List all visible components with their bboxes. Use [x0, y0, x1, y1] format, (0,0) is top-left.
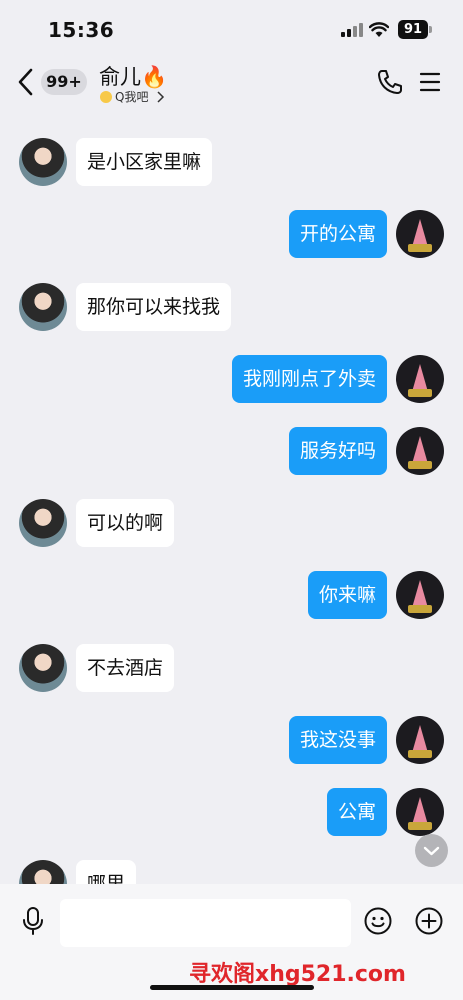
message-row: 我刚刚点了外卖	[0, 355, 463, 403]
chevron-right-icon	[157, 90, 165, 103]
plus-icon[interactable]	[414, 906, 444, 936]
contact-name[interactable]: 俞儿🔥	[99, 61, 167, 91]
chat-header: 99+ 俞儿🔥 Q我吧	[0, 58, 463, 108]
message-row: 开的公寓	[0, 210, 463, 258]
battery-level: 91	[398, 20, 428, 39]
status-bar: 15:36 91	[0, 0, 463, 58]
contact-avatar[interactable]	[19, 138, 67, 186]
message-row: 服务好吗	[0, 427, 463, 475]
user-avatar[interactable]	[396, 571, 444, 619]
scroll-to-bottom-button[interactable]	[415, 834, 448, 867]
user-avatar[interactable]	[396, 788, 444, 836]
emoji-icon[interactable]	[363, 906, 393, 936]
message-row: 哪里	[0, 860, 463, 884]
message-list[interactable]: 是小区家里嘛 开的公寓 那你可以来找我 我刚刚点了外卖 服务好吗 可以的啊 你来…	[0, 112, 463, 884]
cellular-signal-icon	[341, 23, 363, 37]
contact-avatar[interactable]	[19, 644, 67, 692]
message-input[interactable]	[60, 899, 351, 947]
message-row: 可以的啊	[0, 499, 463, 547]
hamburger-menu-icon[interactable]	[418, 70, 442, 94]
contact-avatar[interactable]	[19, 860, 67, 884]
contact-status-text: Q我吧	[115, 90, 149, 104]
message-row: 那你可以来找我	[0, 283, 463, 331]
chevron-down-icon	[423, 846, 440, 856]
watermark-text: 寻欢阁xhg521.com	[189, 962, 406, 987]
phone-icon[interactable]	[376, 68, 404, 96]
battery-icon: 91	[398, 20, 432, 39]
wifi-icon	[369, 22, 389, 37]
user-avatar[interactable]	[396, 716, 444, 764]
message-row: 是小区家里嘛	[0, 138, 463, 186]
smiley-icon	[100, 90, 112, 103]
contact-avatar[interactable]	[19, 283, 67, 331]
outgoing-message-bubble[interactable]: 我刚刚点了外卖	[231, 355, 387, 403]
message-row: 公寓	[0, 788, 463, 836]
user-avatar[interactable]	[396, 427, 444, 475]
incoming-message-bubble[interactable]: 不去酒店	[76, 644, 175, 692]
input-bar: 寻欢阁xhg521.com	[0, 884, 463, 1000]
incoming-message-bubble[interactable]: 哪里	[76, 860, 137, 884]
chevron-left-icon[interactable]	[14, 66, 38, 98]
contact-avatar[interactable]	[19, 499, 67, 547]
microphone-icon[interactable]	[21, 906, 45, 936]
contact-status[interactable]: Q我吧	[100, 88, 165, 105]
home-indicator[interactable]	[150, 985, 314, 990]
user-avatar[interactable]	[396, 210, 444, 258]
unread-count-badge[interactable]: 99+	[41, 69, 87, 95]
outgoing-message-bubble[interactable]: 你来嘛	[307, 571, 387, 619]
message-row: 不去酒店	[0, 644, 463, 692]
message-row: 我这没事	[0, 716, 463, 764]
user-avatar[interactable]	[396, 355, 444, 403]
incoming-message-bubble[interactable]: 那你可以来找我	[76, 283, 232, 331]
status-time: 15:36	[48, 18, 115, 42]
outgoing-message-bubble[interactable]: 开的公寓	[288, 210, 387, 258]
incoming-message-bubble[interactable]: 是小区家里嘛	[76, 138, 213, 186]
incoming-message-bubble[interactable]: 可以的啊	[76, 499, 175, 547]
outgoing-message-bubble[interactable]: 公寓	[326, 788, 387, 836]
message-row: 你来嘛	[0, 571, 463, 619]
outgoing-message-bubble[interactable]: 我这没事	[288, 716, 387, 764]
outgoing-message-bubble[interactable]: 服务好吗	[288, 427, 387, 475]
